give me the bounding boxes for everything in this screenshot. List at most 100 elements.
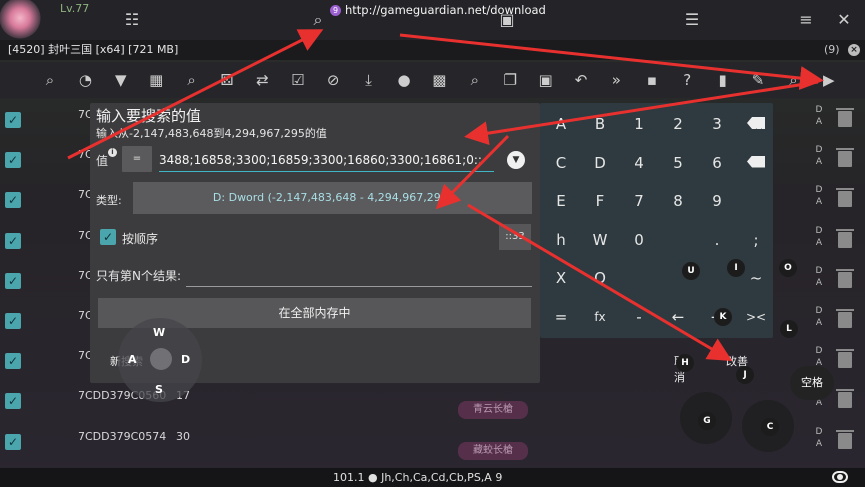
key-5-2[interactable]: - xyxy=(620,298,658,336)
row-checkbox[interactable]: ✓ xyxy=(5,393,21,410)
key-5-5[interactable]: >< xyxy=(737,298,775,336)
key-3-2[interactable]: 0 xyxy=(620,221,658,259)
trash-icon[interactable] xyxy=(836,309,854,328)
trash-icon[interactable] xyxy=(836,228,854,248)
order-checkbox[interactable]: ✓ xyxy=(100,229,116,245)
key-3-4[interactable]: . xyxy=(698,221,736,259)
key-5-0[interactable]: = xyxy=(542,298,580,336)
row-checkbox[interactable]: ✓ xyxy=(5,433,21,450)
row-checkbox[interactable]: ✓ xyxy=(5,232,21,249)
chevron-down-icon[interactable]: ▼ xyxy=(507,151,525,169)
undo-icon[interactable]: ↶ xyxy=(571,70,591,90)
search-hash-icon[interactable]: ⌕ xyxy=(465,70,485,90)
trash-icon[interactable] xyxy=(836,188,854,208)
trash-icon[interactable] xyxy=(836,429,854,449)
select-box-icon[interactable]: ▣ xyxy=(536,70,556,90)
key-2-0[interactable]: E xyxy=(542,182,580,220)
key-2-2[interactable]: 7 xyxy=(620,182,658,220)
calculator-icon[interactable]: ▦ xyxy=(146,70,166,90)
key-4-1[interactable]: Q xyxy=(581,259,619,297)
copy-icon[interactable]: ❐ xyxy=(500,70,520,90)
backspace-icon[interactable] xyxy=(737,105,775,143)
equal-button[interactable]: = xyxy=(122,146,152,172)
key-o[interactable]: O xyxy=(779,259,797,277)
save-list-icon[interactable]: ⤓ xyxy=(359,70,379,90)
key-1-4[interactable]: 6 xyxy=(698,144,736,182)
menu-icon[interactable]: ≡ xyxy=(796,10,816,30)
trash-icon[interactable] xyxy=(836,148,854,168)
row-checkbox[interactable]: ✓ xyxy=(5,313,21,329)
key-l[interactable]: L xyxy=(780,320,798,338)
range-button[interactable]: ::33 xyxy=(499,224,531,250)
key-h[interactable]: H xyxy=(676,354,694,372)
row-checkbox[interactable]: ✓ xyxy=(5,353,21,370)
value-input[interactable]: 3488;16858;3300;16859;3300;16860;3300;16… xyxy=(159,148,494,172)
joystick-w[interactable]: W xyxy=(153,326,165,339)
process-name[interactable]: [4520] 封叶三国 [x64] [721 MB] xyxy=(8,40,178,60)
sliders-icon[interactable]: ☷ xyxy=(122,10,142,30)
eye-icon[interactable] xyxy=(832,471,848,483)
chip-icon[interactable]: ▩ xyxy=(429,70,449,90)
help-search-icon[interactable]: ? xyxy=(677,70,697,90)
key-k[interactable]: K xyxy=(714,308,732,326)
key-2-4[interactable]: 9 xyxy=(698,182,736,220)
key-0-3[interactable]: 2 xyxy=(659,105,697,143)
key-g[interactable]: G xyxy=(698,412,716,430)
search-plus-icon[interactable]: ⌕ xyxy=(182,70,202,90)
backspace-icon[interactable] xyxy=(737,144,775,182)
space-button[interactable]: 空格 xyxy=(790,366,834,400)
speed-icon[interactable]: ◔ xyxy=(75,70,95,90)
joystick-s[interactable]: S xyxy=(155,383,163,396)
row-checkbox[interactable]: ✓ xyxy=(5,272,21,289)
key-3-5[interactable]: ; xyxy=(737,221,775,259)
key-j[interactable]: J xyxy=(736,366,754,384)
key-0-1[interactable]: B xyxy=(581,105,619,143)
key-1-0[interactable]: C xyxy=(542,144,580,182)
search-refine-icon[interactable]: ⌕ xyxy=(40,70,60,90)
key-5-3[interactable]: ← xyxy=(659,298,697,336)
close-icon[interactable]: ✕ xyxy=(834,10,854,30)
joystick-knob[interactable] xyxy=(150,348,172,370)
key-2-3[interactable]: 8 xyxy=(659,182,697,220)
joystick-d[interactable]: D xyxy=(181,353,190,366)
table-row[interactable]: ✓ 7CDD379C0574 30 藏蛟长槍 D A xyxy=(0,422,865,462)
key-1-3[interactable]: 5 xyxy=(659,144,697,182)
list-icon[interactable]: ☰ xyxy=(682,10,702,30)
key-0-2[interactable]: 1 xyxy=(620,105,658,143)
nth-result-input[interactable] xyxy=(186,269,532,287)
record-icon[interactable]: ● xyxy=(394,70,414,90)
joystick-a[interactable]: A xyxy=(128,353,137,366)
trash-icon[interactable] xyxy=(836,389,854,409)
row-checkbox[interactable]: ✓ xyxy=(5,152,21,169)
info-icon[interactable]: i xyxy=(108,148,117,157)
row-checkbox[interactable]: ✓ xyxy=(5,192,21,209)
key-c[interactable]: C xyxy=(761,418,779,436)
type-select[interactable]: D: Dword (-2,147,483,648 - 4,294,967,295… xyxy=(133,182,532,214)
key-0-4[interactable]: 3 xyxy=(698,105,736,143)
row-checkbox[interactable]: ✓ xyxy=(5,112,21,128)
key-3-1[interactable]: W xyxy=(581,221,619,259)
key-3-0[interactable]: h xyxy=(542,221,580,259)
play-icon[interactable]: ▶ xyxy=(819,70,839,90)
key-4-0[interactable]: X xyxy=(542,259,580,297)
trash-icon[interactable] xyxy=(836,349,854,369)
deselect-icon[interactable]: ⊘ xyxy=(323,70,343,90)
random-icon[interactable]: ⚄ xyxy=(217,70,237,90)
key-u[interactable]: U xyxy=(682,262,700,280)
fast-forward-icon[interactable]: » xyxy=(606,70,626,90)
swap-icon[interactable]: ⇄ xyxy=(252,70,272,90)
key-1-1[interactable]: D xyxy=(581,144,619,182)
key-i[interactable]: I xyxy=(727,259,745,277)
save-icon[interactable]: ▪ xyxy=(642,70,662,90)
key-1-2[interactable]: 4 xyxy=(620,144,658,182)
key-0-0[interactable]: A xyxy=(542,105,580,143)
trash-icon[interactable] xyxy=(836,108,854,127)
filter-icon[interactable]: ▼ xyxy=(111,70,131,90)
key-2-1[interactable]: F xyxy=(581,182,619,220)
camera-icon[interactable]: ▣ xyxy=(497,10,517,30)
edit-icon[interactable]: ✎ xyxy=(748,70,768,90)
search-icon[interactable]: ⌕ xyxy=(783,70,803,90)
process-close-icon[interactable]: × xyxy=(848,44,860,56)
trash-icon[interactable] xyxy=(836,268,854,288)
delete-icon[interactable]: ▮ xyxy=(713,70,733,90)
